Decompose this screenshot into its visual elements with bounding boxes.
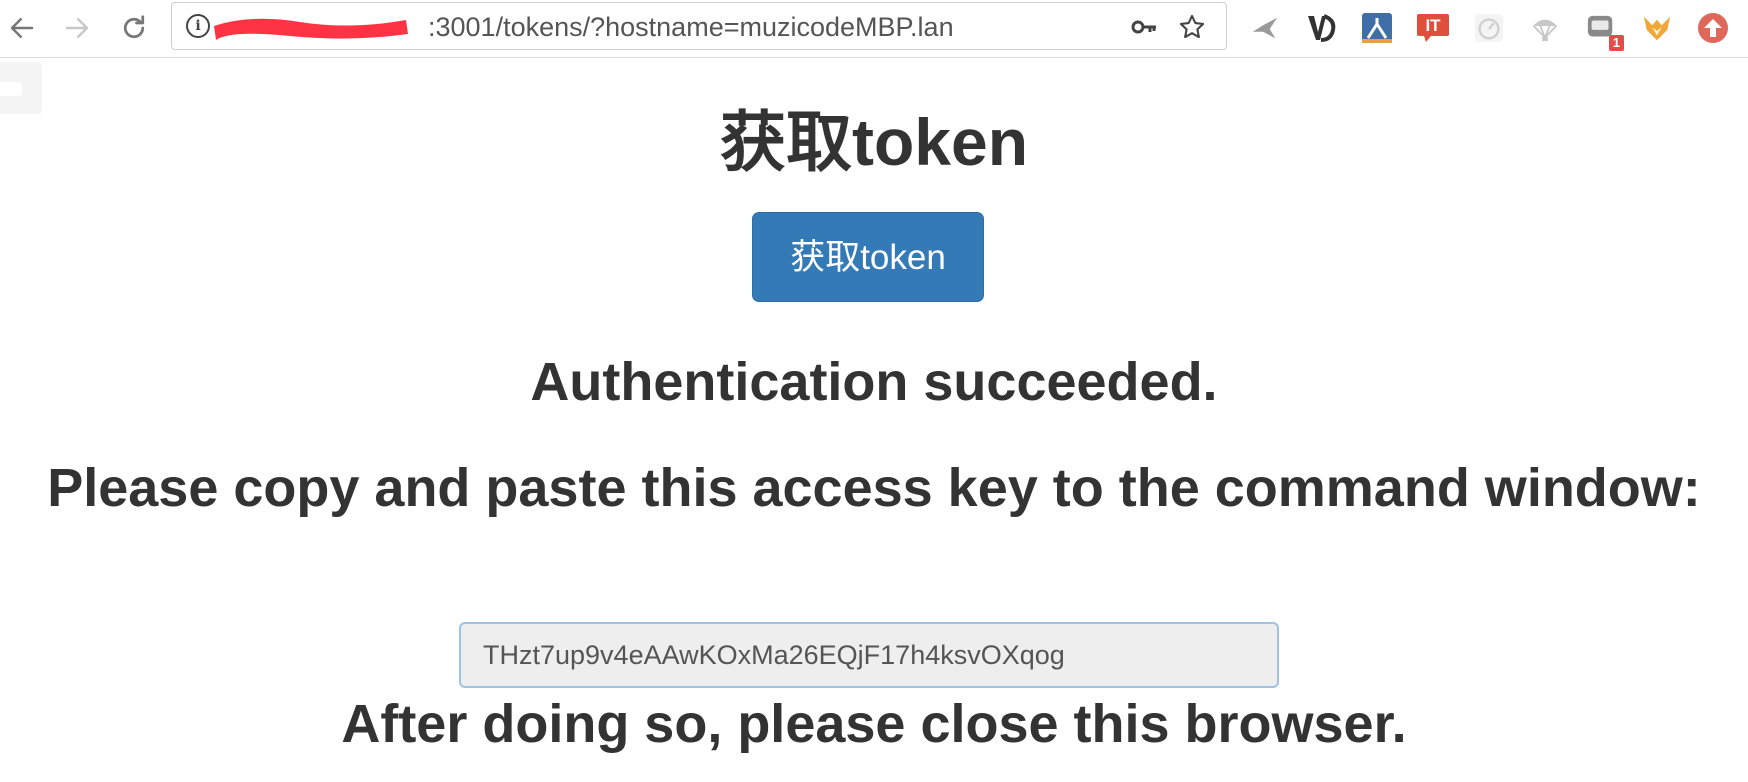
get-token-button[interactable]: 获取token bbox=[752, 212, 984, 302]
gauge-icon[interactable] bbox=[1472, 11, 1506, 45]
key-icon[interactable] bbox=[1130, 13, 1158, 41]
access-key-field[interactable] bbox=[459, 622, 1279, 688]
copy-instruction: Please copy and paste this access key to… bbox=[47, 458, 1701, 518]
bird-icon[interactable] bbox=[1248, 11, 1282, 45]
chat-icon[interactable]: 1 bbox=[1584, 11, 1624, 51]
arrow-right-icon[interactable] bbox=[57, 8, 97, 48]
reload-icon[interactable] bbox=[114, 8, 154, 48]
url-text[interactable]: :3001/tokens/?hostname=muzicodeMBP.lan bbox=[428, 12, 954, 42]
fox-icon[interactable] bbox=[1640, 11, 1674, 45]
browser-toolbar: i :3001/tokens/?hostname=muzicodeMBP.lan… bbox=[0, 0, 1748, 58]
redaction-mark bbox=[214, 18, 408, 40]
parachute-icon[interactable] bbox=[1528, 11, 1562, 45]
star-icon[interactable] bbox=[1178, 13, 1206, 41]
person-icon[interactable] bbox=[1360, 11, 1394, 45]
notification-badge: 1 bbox=[1608, 35, 1624, 51]
info-icon[interactable]: i bbox=[186, 14, 210, 38]
after-message: After doing so, please close this browse… bbox=[341, 694, 1407, 754]
arrow-left-icon[interactable] bbox=[2, 8, 42, 48]
success-message: Authentication succeeded. bbox=[530, 352, 1218, 412]
svg-text:IT: IT bbox=[1425, 16, 1441, 35]
it-icon[interactable]: IT bbox=[1416, 11, 1450, 45]
vd-icon[interactable] bbox=[1304, 11, 1338, 45]
address-bar[interactable]: i :3001/tokens/?hostname=muzicodeMBP.lan bbox=[171, 2, 1227, 50]
upload-icon[interactable] bbox=[1696, 11, 1730, 45]
page-title: 获取token bbox=[719, 105, 1029, 179]
